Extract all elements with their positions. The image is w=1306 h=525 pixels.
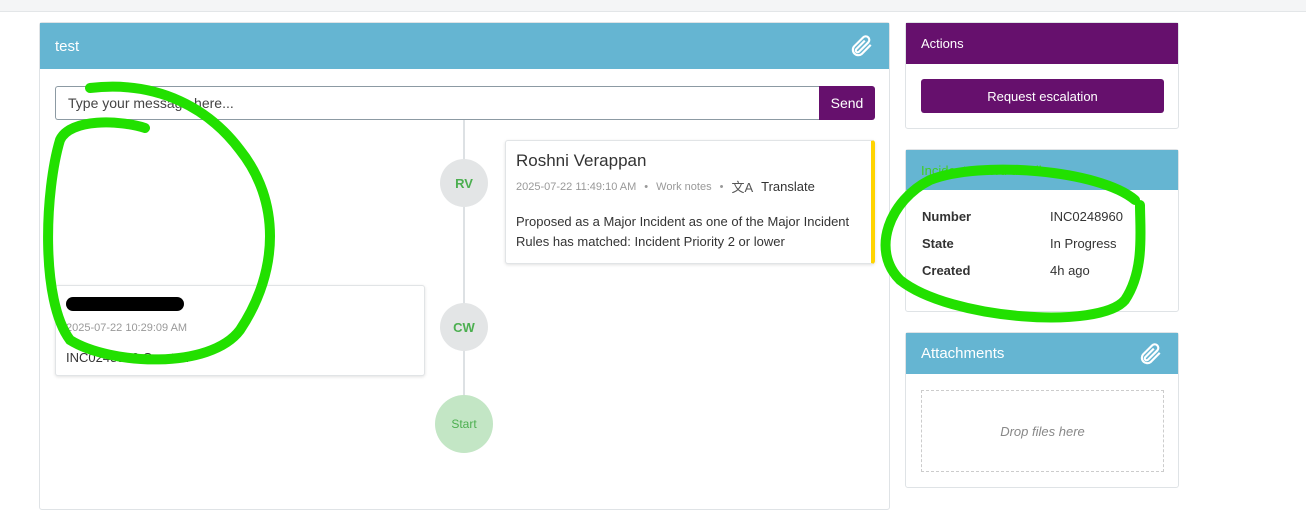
- paperclip-icon[interactable]: [848, 33, 874, 59]
- entry-timestamp: 2025-07-22 10:29:09 AM: [66, 322, 188, 334]
- detail-value: INC0248960: [1050, 209, 1123, 224]
- detail-value: In Progress: [1050, 236, 1117, 251]
- file-drop-zone[interactable]: Drop files here: [921, 390, 1164, 472]
- avatar-rv: RV: [440, 159, 488, 207]
- paperclip-icon[interactable]: [1137, 341, 1163, 367]
- details-panel: Incident record details Number INC0248960…: [905, 149, 1179, 312]
- timeline-start: Start: [435, 395, 493, 453]
- entry-author-redacted: [66, 296, 414, 316]
- detail-label: Number: [922, 209, 972, 224]
- attachments-title: Attachments: [921, 345, 1005, 362]
- entry-text: INC0248960 Created: [66, 350, 189, 365]
- entry-text: Proposed as a Major Incident as one of t…: [516, 214, 850, 249]
- detail-row: Created 4h ago: [922, 263, 1162, 278]
- avatar-cw: CW: [440, 303, 488, 351]
- actions-header: Actions: [906, 23, 1178, 64]
- activity-header: test: [40, 23, 889, 69]
- entry-timestamp: 2025-07-22 11:49:10 AM: [516, 180, 637, 193]
- detail-label: State: [922, 236, 954, 251]
- attachments-panel: Attachments Drop files here: [905, 332, 1179, 488]
- attachments-header: Attachments: [906, 333, 1178, 374]
- message-composer: Send: [55, 86, 875, 120]
- detail-value: 4h ago: [1050, 263, 1090, 278]
- entry-author: Roshni Verappan: [516, 151, 647, 170]
- message-input[interactable]: [55, 86, 819, 120]
- actions-panel: Actions Request escalation: [905, 22, 1179, 129]
- timeline-entry: Roshni Verappan 2025-07-22 11:49:10 AM • …: [505, 140, 875, 264]
- request-escalation-button[interactable]: Request escalation: [921, 79, 1164, 113]
- details-header: Incident record details: [906, 150, 1178, 190]
- activity-panel: test Send RV Roshni Verappan 2025-07-22 …: [39, 22, 890, 510]
- detail-row: Number INC0248960: [922, 209, 1162, 224]
- detail-row: State In Progress: [922, 236, 1162, 251]
- translate-link[interactable]: Translate: [761, 179, 815, 194]
- send-button[interactable]: Send: [819, 86, 875, 120]
- entry-type: Work notes: [656, 180, 712, 193]
- timeline-entry: 2025-07-22 10:29:09 AM INC0248960 Create…: [55, 285, 425, 376]
- translate-icon: 文A: [731, 180, 754, 195]
- activity-title: test: [55, 37, 80, 55]
- top-bar: [0, 0, 1306, 12]
- detail-label: Created: [922, 263, 971, 278]
